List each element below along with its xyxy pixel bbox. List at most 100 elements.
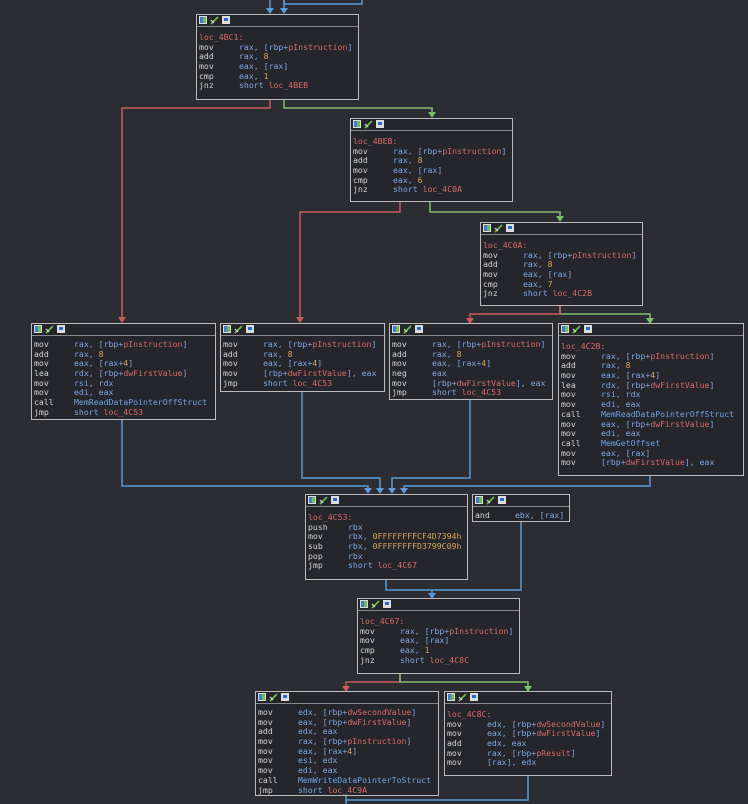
- operand-symbol[interactable]: dwFirstValue: [650, 419, 709, 429]
- operand-symbol[interactable]: loc_4C53: [462, 387, 501, 398]
- code-block-n9[interactable]: and ebx, [rax]: [472, 494, 570, 522]
- graph-color-icon[interactable]: [360, 600, 368, 608]
- operand-symbol[interactable]: dwFirstValue: [650, 380, 709, 390]
- operand-symbol[interactable]: loc_4C8C: [430, 655, 469, 665]
- operand-symbol[interactable]: loc_4C53: [293, 378, 332, 388]
- graph-color-icon[interactable]: [483, 224, 491, 232]
- instruction-line[interactable]: mov eax, [rax]: [360, 636, 517, 646]
- code-block-n2[interactable]: loc_4BEB: mov rax, [rbp+pInstruction] add ra…: [350, 118, 513, 202]
- list-view-icon[interactable]: [376, 120, 384, 128]
- operand-symbol[interactable]: dwFirstValue: [626, 457, 685, 467]
- instruction-line[interactable]: jmp short loc_4C53: [392, 388, 550, 398]
- operand-symbol[interactable]: loc_4C53: [104, 407, 143, 417]
- instruction-line[interactable]: mov rax, [rbp+pInstruction]: [353, 146, 510, 157]
- rename-icon[interactable]: [486, 496, 495, 505]
- instruction-line[interactable]: jmp short loc_4C53: [223, 378, 382, 389]
- operand-function[interactable]: MemReadDataPointerOffStruct: [601, 409, 734, 419]
- operand-symbol[interactable]: dwFirstValue: [536, 728, 595, 739]
- operand-symbol[interactable]: loc_4C2B: [553, 288, 592, 299]
- instruction-line[interactable]: mov [rbp+dwFirstValue], eax: [561, 457, 741, 468]
- graph-color-icon[interactable]: [34, 325, 42, 333]
- graph-color-icon[interactable]: [561, 325, 569, 333]
- rename-icon[interactable]: [234, 325, 243, 334]
- operand-symbol[interactable]: pInstruction: [288, 42, 347, 52]
- rename-icon[interactable]: [364, 120, 373, 129]
- instruction-line[interactable]: mov eax, [rbp+dwFirstValue]: [447, 729, 609, 739]
- code-block-n12[interactable]: loc_4C8C: mov edx, [rbp+dwSecondValue] mov e…: [444, 691, 612, 776]
- operand-function[interactable]: MemGetOffset: [601, 438, 660, 448]
- instruction-line[interactable]: jnz short loc_4C0A: [353, 185, 510, 195]
- list-view-icon[interactable]: [57, 325, 65, 333]
- list-view-icon[interactable]: [506, 224, 514, 232]
- list-view-icon[interactable]: [281, 693, 289, 701]
- operand-symbol[interactable]: loc_4C0A: [423, 184, 462, 195]
- instruction-line[interactable]: mov eax, [rax+4]: [258, 746, 436, 757]
- instruction-line[interactable]: mov eax, [rax]: [199, 61, 356, 72]
- list-view-icon[interactable]: [383, 600, 391, 608]
- instruction-line[interactable]: mov eax, [rbp+dwFirstValue]: [258, 717, 436, 728]
- operand-symbol[interactable]: pInstruction: [442, 146, 501, 156]
- rename-icon[interactable]: [371, 600, 380, 609]
- operand-symbol[interactable]: dwFirstValue: [288, 368, 347, 378]
- graph-color-icon[interactable]: [475, 496, 483, 504]
- rename-icon[interactable]: [494, 224, 503, 233]
- rename-icon[interactable]: [403, 325, 412, 334]
- operand-symbol[interactable]: pInstruction: [481, 339, 540, 349]
- instruction-line[interactable]: mov rsi, rdx: [561, 390, 741, 400]
- instruction-line[interactable]: mov rax, [rbp+pInstruction]: [223, 339, 382, 350]
- instruction-line[interactable]: jmp short loc_4C9A: [258, 785, 436, 796]
- list-view-icon[interactable]: [415, 325, 423, 333]
- operand-symbol[interactable]: pInstruction: [123, 339, 182, 349]
- code-block-n5[interactable]: mov rax, [rbp+pInstruction] add rax, 8 mov ea…: [220, 323, 385, 392]
- graph-color-icon[interactable]: [308, 496, 316, 504]
- operand-function[interactable]: MemWriteDataPointerToStruct: [298, 775, 431, 785]
- instruction-line[interactable]: lea rdx, [rbp+dwFirstValue]: [34, 368, 213, 379]
- list-view-icon[interactable]: [498, 496, 506, 504]
- instruction-line[interactable]: mov eax, [rbp+dwFirstValue]: [561, 419, 741, 430]
- operand-symbol[interactable]: dwFirstValue: [123, 368, 182, 378]
- operand-symbol[interactable]: pInstruction: [449, 626, 508, 636]
- code-block-n3[interactable]: loc_4C0A: mov rax, [rbp+pInstruction] add ra…: [480, 222, 643, 306]
- rename-icon[interactable]: [319, 496, 328, 505]
- operand-symbol[interactable]: dwFirstValue: [347, 717, 406, 727]
- code-block-n10[interactable]: loc_4C67: mov rax, [rbp+pInstruction] mov ea…: [357, 598, 520, 674]
- list-view-icon[interactable]: [470, 693, 478, 701]
- operand-symbol[interactable]: dwSecondValue: [536, 719, 600, 729]
- list-view-icon[interactable]: [331, 496, 339, 504]
- graph-color-icon[interactable]: [353, 120, 361, 128]
- operand-symbol[interactable]: pInstruction: [347, 736, 406, 746]
- operand-symbol[interactable]: pInstruction: [312, 339, 371, 349]
- instruction-line[interactable]: mov rax, [rbp+pInstruction]: [199, 42, 356, 53]
- code-block-n7[interactable]: loc_4C2B: mov rax, [rbp+pInstruction] add ra…: [558, 323, 744, 476]
- operand-symbol[interactable]: dwFirstValue: [457, 378, 516, 388]
- instruction-line[interactable]: lea rdx, [rbp+dwFirstValue]: [561, 380, 741, 391]
- rename-icon[interactable]: [45, 325, 54, 334]
- instruction-line[interactable]: mov rax, [rbp+pInstruction]: [392, 339, 550, 350]
- code-block-n1[interactable]: loc_4BC1: mov rax, [rbp+pInstruction] add ra…: [196, 14, 359, 100]
- instruction-line[interactable]: sub rbx, 0FFFFFFFFD3799C09h: [308, 541, 465, 552]
- code-block-n11[interactable]: mov edx, [rbp+dwSecondValue] mov eax, [rbp+…: [255, 691, 439, 796]
- operand-symbol[interactable]: loc_4C67: [378, 560, 417, 571]
- rename-icon[interactable]: [572, 325, 581, 334]
- list-view-icon[interactable]: [222, 16, 230, 24]
- operand-symbol[interactable]: pInstruction: [650, 351, 709, 361]
- graph-color-icon[interactable]: [258, 693, 266, 701]
- rename-icon[interactable]: [458, 693, 467, 702]
- instruction-line[interactable]: jmp short loc_4C67: [308, 561, 465, 571]
- instruction-line[interactable]: mov rax, [rbp+pInstruction]: [34, 339, 213, 350]
- code-block-n4[interactable]: mov rax, [rbp+pInstruction] add rax, 8 mov ea…: [31, 323, 216, 420]
- instruction-line[interactable]: call MemGetOffset: [561, 438, 741, 449]
- operand-symbol[interactable]: loc_4C9A: [328, 785, 367, 795]
- operand-function[interactable]: MemReadDataPointerOffStruct: [74, 397, 207, 407]
- rename-icon[interactable]: [269, 693, 278, 702]
- code-block-n8[interactable]: loc_4C53: push rbx mov rbx, 0FFFFFFFFCF4D739…: [305, 494, 468, 580]
- operand-symbol[interactable]: loc_4BEB: [269, 80, 308, 91]
- operand-symbol[interactable]: dwSecondValue: [347, 707, 411, 717]
- instruction-line[interactable]: jnz short loc_4C8C: [360, 655, 517, 666]
- graph-color-icon[interactable]: [199, 16, 207, 24]
- rename-icon[interactable]: [210, 16, 219, 25]
- block-label[interactable]: loc_4C53:: [308, 512, 465, 523]
- instruction-line[interactable]: and ebx, [rax]: [475, 510, 567, 521]
- list-view-icon[interactable]: [246, 325, 254, 333]
- graph-color-icon[interactable]: [447, 693, 455, 701]
